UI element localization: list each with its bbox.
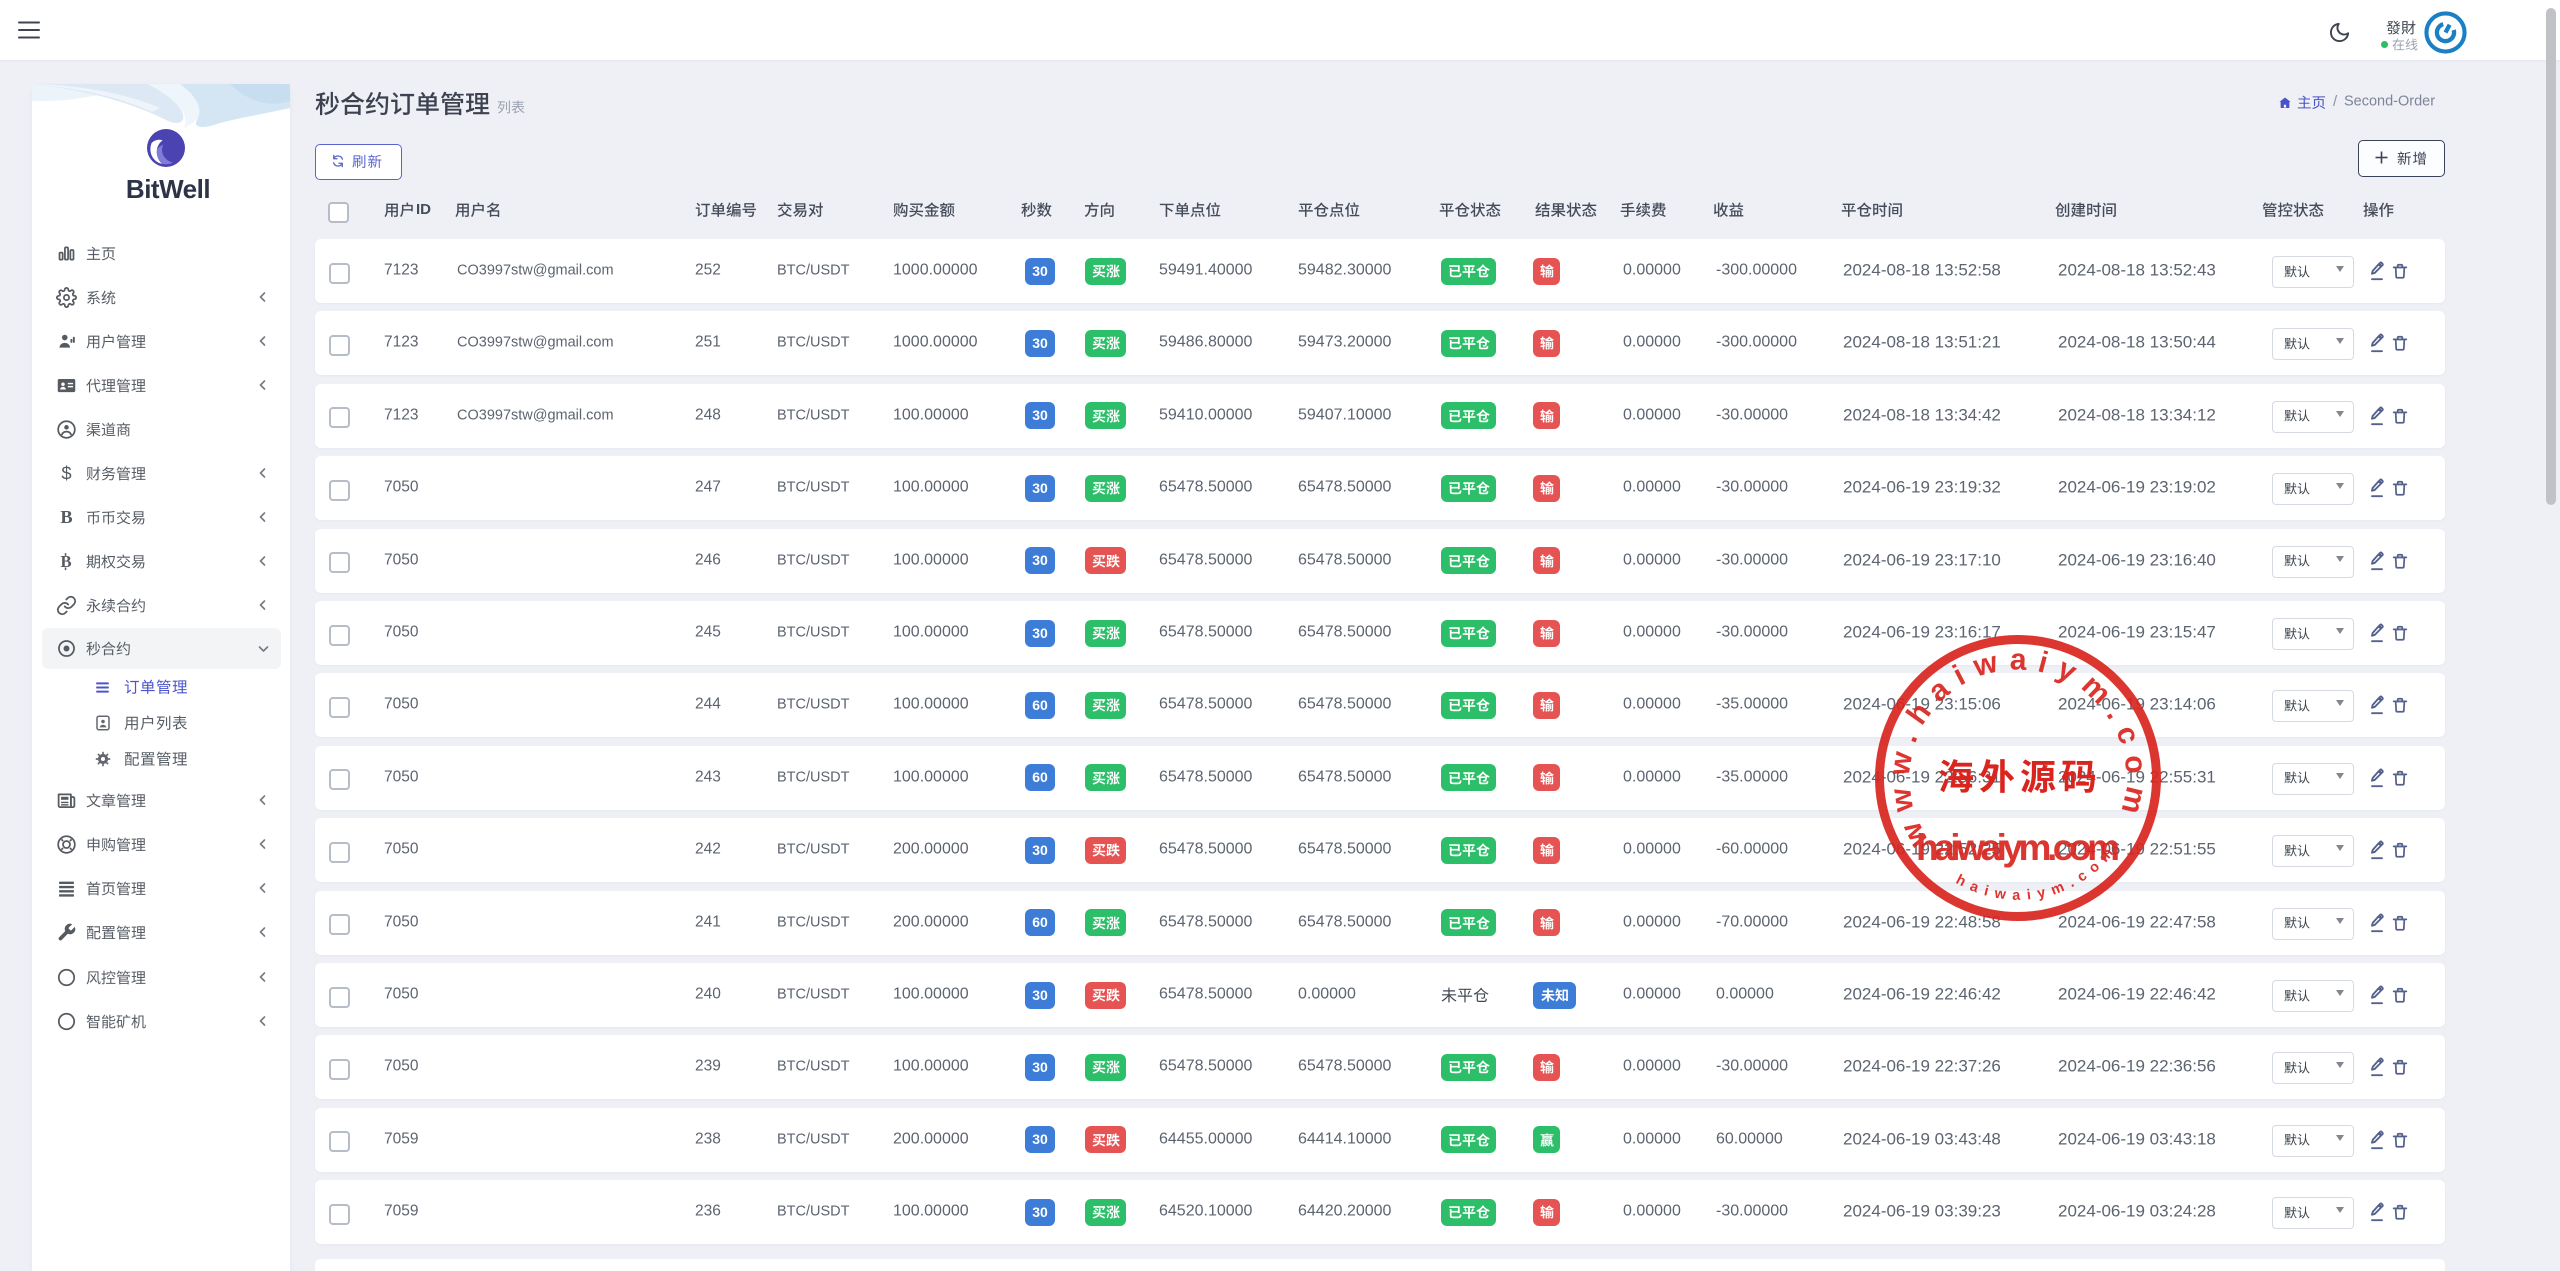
- svg-text:$: $: [61, 463, 71, 484]
- svg-text:haiwaiym.com: haiwaiym.com: [1916, 827, 2120, 868]
- svg-text:B: B: [60, 507, 72, 527]
